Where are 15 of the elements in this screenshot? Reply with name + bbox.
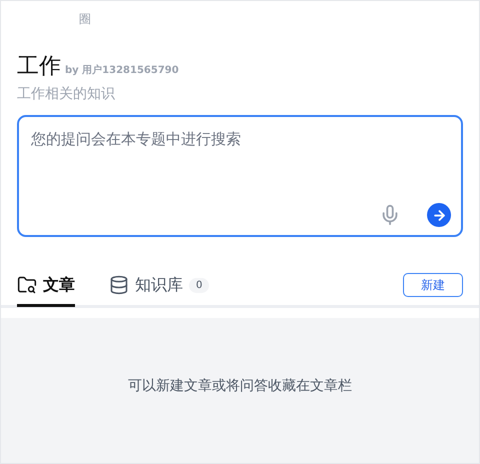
- empty-message: 可以新建文章或将问答收藏在文章栏: [128, 376, 352, 394]
- send-button[interactable]: [427, 203, 451, 227]
- database-icon: [109, 275, 129, 295]
- tab[interactable]: 文章: [17, 266, 75, 306]
- topic-title: 工作: [17, 53, 61, 81]
- new-button[interactable]: 新建: [403, 273, 463, 297]
- topic-description: 工作相关的知识: [17, 85, 116, 103]
- author-label: by 用户13281565790: [65, 63, 179, 77]
- breadcrumb: 圈: [78, 11, 92, 28]
- count-badge: 0: [189, 278, 210, 292]
- tab-label: 文章: [43, 274, 75, 296]
- arrow-right-icon: [432, 208, 446, 222]
- tab[interactable]: 知识库 0: [109, 266, 210, 306]
- folder-search-icon: [17, 275, 37, 295]
- tab-label: 知识库: [135, 274, 183, 296]
